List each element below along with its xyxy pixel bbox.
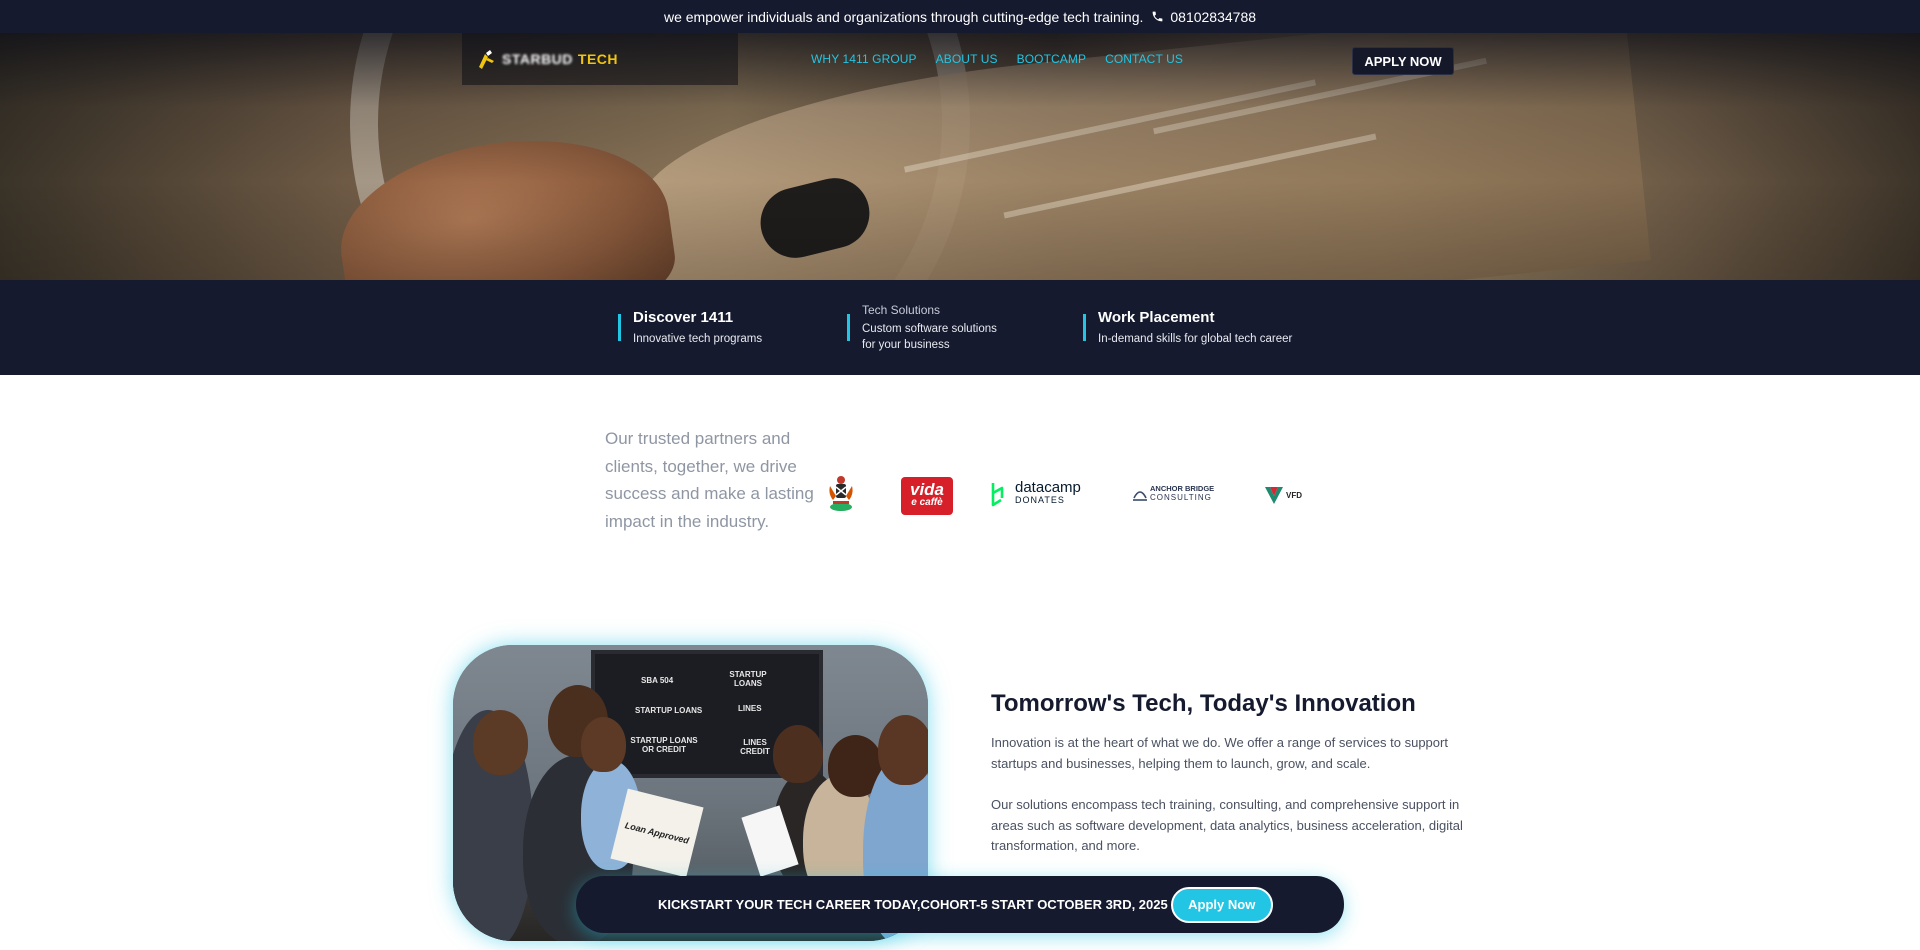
vida-text: vida [909,480,945,499]
anchor-bridge-text: ANCHOR BRIDGE [1150,484,1215,493]
partner-logo-coat-of-arms [827,474,855,514]
feature-title: Tech Solutions [862,302,941,317]
screen-text: LINES CREDIT [740,738,770,756]
section-title: Tomorrow's Tech, Today's Innovation [991,690,1416,717]
screen-text: LINES [738,704,762,713]
phone-contact[interactable]: 08102834788 [1151,9,1256,25]
partner-logo-datacamp: datacamp DONATES [990,479,1081,507]
feature-accent-bar [847,314,850,341]
kickstart-cta-bar: KICKSTART YOUR TECH CAREER TODAY,COHORT-… [576,876,1344,933]
feature-discover: Discover 1411 Innovative tech programs [618,280,762,375]
photo-person-head [581,717,626,772]
partner-logo-vida-e-caffe: vida e caffè [901,477,953,515]
logo-mark-icon [479,50,494,69]
feature-accent-bar [618,314,621,341]
photo-person-head [473,710,528,775]
feature-title: Work Placement [1098,308,1215,326]
screen-text: STARTUP LOANS [635,706,703,715]
partner-logo-anchor-bridge: ANCHOR BRIDGE CONSULTING [1132,484,1214,502]
feature-desc-line1: Custom software solutions [862,322,997,335]
nav-links: WHY 1411 GROUP ABOUT US BOOTCAMP CONTACT… [811,33,1183,85]
features-band: Discover 1411 Innovative tech programs T… [0,280,1920,375]
partners-intro-text: Our trusted partners and clients, togeth… [605,429,814,531]
announcement-text: we empower individuals and organizations… [663,8,1144,25]
nav-link-contact-us[interactable]: CONTACT US [1105,52,1183,66]
anchor-bridge-icon [1133,491,1147,501]
cta-apply-now-button[interactable]: Apply Now [1170,886,1273,923]
vfd-text: VFD [1286,490,1302,500]
screen-text: SBA 504 [641,676,674,685]
screen-text: STARTUP LOANS [729,670,767,688]
feature-work-placement: Work Placement In-demand skills for glob… [1083,280,1292,375]
datacamp-text: datacamp [1015,479,1081,496]
main-nav: STARBUD TECH WHY 1411 GROUP ABOUT US BOO… [0,33,1920,85]
logo-wordmark: TECH [577,51,619,67]
feature-tech-solutions: Tech Solutions Custom software solutions… [847,280,997,375]
e-caffe-text: e caffè [911,497,943,508]
cta-text: KICKSTART YOUR TECH CAREER TODAY,COHORT-… [658,897,1168,912]
apply-now-button[interactable]: APPLY NOW [1352,47,1454,75]
consulting-text: CONSULTING [1150,493,1212,502]
feature-title: Discover 1411 [633,308,734,326]
screen-text: STARTUP LOANS OR CREDIT [630,736,698,754]
section-paragraph-1: Innovation is at the heart of what we do… [991,735,1448,771]
nav-link-bootcamp[interactable]: BOOTCAMP [1017,52,1086,66]
coat-of-arms-icon [829,476,853,511]
phone-number: 08102834788 [1170,8,1257,25]
section-paragraph-2: Our solutions encompass tech training, c… [991,797,1463,853]
photo-person-head [773,725,823,783]
feature-accent-bar [1083,314,1086,341]
phone-icon [1153,11,1163,22]
feature-desc-line2: for your business [862,338,950,351]
partner-logo-vfd: VFD [1263,484,1302,506]
announcement-bar: we empower individuals and organizations… [0,0,1920,33]
datacamp-icon [991,483,1004,507]
feature-desc: Innovative tech programs [633,332,763,345]
nav-link-why-1411-group[interactable]: WHY 1411 GROUP [811,52,917,66]
site-logo[interactable]: STARBUD TECH [476,48,618,70]
logo-wordmark-blurred: STARBUD [502,51,573,67]
nav-link-about-us[interactable]: ABOUT US [936,52,998,66]
feature-desc: In-demand skills for global tech career [1098,332,1293,345]
photo-person-head [878,715,928,785]
vfd-icon [1265,487,1283,504]
